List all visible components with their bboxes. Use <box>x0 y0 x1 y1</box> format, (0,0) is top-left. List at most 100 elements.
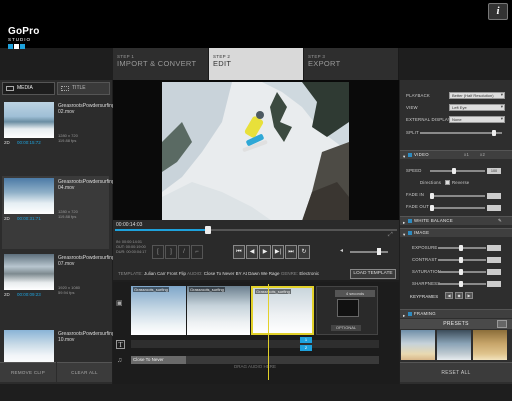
title-track[interactable] <box>131 340 379 348</box>
step-forward-button[interactable]: ▶| <box>272 245 284 259</box>
reverse-label: Reverse <box>452 180 470 185</box>
video-section-header[interactable]: ▾ VIDEO x1 x2 <box>400 150 512 159</box>
volume-slider[interactable] <box>350 251 388 253</box>
preset-thumbnail[interactable] <box>437 330 471 360</box>
collapse-icon: ▾ <box>403 232 406 237</box>
playback-select[interactable]: Better (Half Resolution) <box>449 92 505 99</box>
speed-handle[interactable] <box>452 168 456 174</box>
framing-checkbox[interactable] <box>408 312 412 316</box>
framing-section-header[interactable]: ▸ FRAMING <box>400 309 512 318</box>
load-template-button[interactable]: LOAD TEMPLATE <box>350 269 396 279</box>
white-balance-section-header[interactable]: ▸ WHITE BALANCE ✎ <box>400 216 512 225</box>
tab-title[interactable]: TITLE <box>57 82 110 95</box>
step-back-button[interactable]: ◀ <box>246 245 258 259</box>
prev-keyframe-button[interactable]: ◀ <box>445 292 453 299</box>
info-button[interactable]: i <box>488 3 508 20</box>
speed-value[interactable]: 100 <box>487 168 501 174</box>
step-edit[interactable]: STEP 2 EDIT <box>209 48 304 80</box>
step-tabs: STEP 1 IMPORT & CONVERT STEP 2 EDIT STEP… <box>113 48 399 80</box>
step-export[interactable]: STEP 3 EXPORT <box>304 48 399 80</box>
transport-bar: 00:00:14:03 IN: 00:00:14:01 OUT: 00:00:1… <box>113 220 399 268</box>
preset-thumbnail[interactable] <box>473 330 507 360</box>
clip-item[interactable]: GreasrootsPowdersurfing 07.mov 1920 x 10… <box>2 252 115 325</box>
duration: DUR: 00:00:04:17 <box>116 250 147 254</box>
external-display-select[interactable]: None <box>449 116 505 123</box>
timeline-clip[interactable]: Grassroots_surfing <box>187 286 250 335</box>
optional-slot[interactable]: 4 seconds OPTIONAL <box>316 286 378 335</box>
clip-name: GreasrootsPowdersurfing 02.mov <box>58 103 115 115</box>
next-keyframe-button[interactable]: ▶ <box>465 292 473 299</box>
marker[interactable]: 2 <box>300 345 312 351</box>
sharpness-handle[interactable] <box>459 281 463 287</box>
audio-track[interactable]: Close To Never <box>131 356 379 364</box>
timeline-clip-selected[interactable]: Grassroots_surfing <box>251 286 314 335</box>
fade-out-slider[interactable] <box>430 207 485 209</box>
audio-name: Close To Never BY At Dawn We Rage <box>203 271 280 276</box>
expand-icon: ▸ <box>403 220 406 225</box>
sharpness-value[interactable] <box>487 281 501 287</box>
saturation-handle[interactable] <box>459 269 463 275</box>
clip-item[interactable]: GreasrootsPowdersurfing 02.mov 1280 x 72… <box>2 100 115 173</box>
section-label: IMAGE <box>414 230 430 235</box>
audio-clip[interactable]: Close To Never <box>131 356 186 364</box>
split-button[interactable]: / <box>178 245 190 259</box>
marker[interactable]: 1 <box>300 337 312 343</box>
view-select[interactable]: Left Eye <box>449 104 505 111</box>
clip-item[interactable]: GreasrootsPowdersurfing 04.mov 1280 x 72… <box>2 176 115 249</box>
slot-frame <box>337 299 359 317</box>
fade-in-handle[interactable] <box>430 193 434 199</box>
section-label: VIDEO <box>414 152 429 157</box>
section-label: WHITE BALANCE <box>414 218 453 223</box>
mark-in-button[interactable]: [ <box>152 245 164 259</box>
add-keyframe-button[interactable]: ◆ <box>455 292 463 299</box>
play-button[interactable]: ▶ <box>259 245 271 259</box>
media-icon <box>6 86 14 91</box>
reset-all-button[interactable]: RESET ALL <box>400 362 512 382</box>
timeline-clip[interactable]: Grassroots_surfing <box>131 286 186 335</box>
video-checkbox[interactable] <box>408 153 412 157</box>
image-section-header[interactable]: ▾ IMAGE <box>400 228 512 237</box>
video-preview[interactable] <box>162 82 349 221</box>
clip-flag: 2D <box>4 292 10 297</box>
exposure-handle[interactable] <box>459 245 463 251</box>
speed-slider[interactable] <box>430 170 485 172</box>
timeline-clip-label: Grassroots_surfing <box>133 287 169 292</box>
presets-toggle-button[interactable] <box>497 320 507 328</box>
image-checkbox[interactable] <box>408 231 412 235</box>
scrub-handle[interactable] <box>205 226 211 234</box>
clear-all-button[interactable]: CLEAR ALL <box>57 362 112 382</box>
fade-in-slider[interactable] <box>430 195 485 197</box>
saturation-value[interactable] <box>487 269 501 275</box>
fullscreen-icon[interactable]: ⤢ <box>388 232 394 238</box>
collapse-icon: ▾ <box>403 154 406 159</box>
template-label: TEMPLATE: <box>118 271 143 276</box>
fast-forward-button[interactable]: ⏭ <box>285 245 297 259</box>
fade-in-value[interactable] <box>487 193 501 199</box>
tab-media[interactable]: MEDIA <box>2 82 55 95</box>
mark-out-button[interactable]: ] <box>165 245 177 259</box>
contrast-handle[interactable] <box>459 257 463 263</box>
volume-icon: ◂ <box>340 248 344 254</box>
fade-out-value[interactable] <box>487 205 501 211</box>
step-import[interactable]: STEP 1 IMPORT & CONVERT <box>113 48 209 80</box>
preset-thumbnail[interactable] <box>401 330 435 360</box>
exposure-value[interactable] <box>487 245 501 251</box>
white-balance-checkbox[interactable] <box>408 219 412 223</box>
reverse-checkbox[interactable] <box>445 180 450 185</box>
split-handle[interactable] <box>492 130 496 136</box>
trim-button[interactable]: ⌐ <box>191 245 203 259</box>
loop-button[interactable]: ↻ <box>298 245 310 259</box>
optional-label: OPTIONAL <box>331 325 361 331</box>
clip-thumbnail <box>4 178 54 214</box>
rewind-button[interactable]: ⏮ <box>233 245 245 259</box>
remove-clip-button[interactable]: REMOVE CLIP <box>0 362 56 382</box>
fade-out-handle[interactable] <box>430 205 434 211</box>
external-display-label: EXTERNAL DISPLAY <box>406 117 451 122</box>
audio-track-icon: ♫ <box>117 357 123 364</box>
clip-bar: 2D 00:00:09:23 <box>4 291 109 298</box>
split-slider[interactable] <box>420 132 502 134</box>
eyedropper-icon[interactable]: ✎ <box>498 217 502 225</box>
contrast-value[interactable] <box>487 257 501 263</box>
volume-handle[interactable] <box>377 248 381 255</box>
playhead[interactable] <box>268 284 269 380</box>
